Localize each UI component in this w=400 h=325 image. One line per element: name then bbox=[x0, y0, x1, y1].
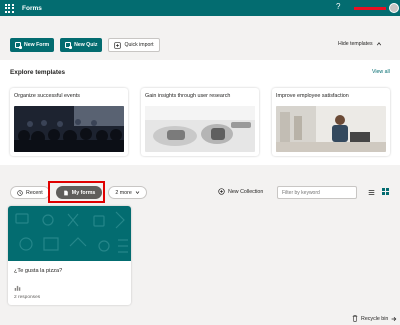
quick-import-button[interactable]: Quick import bbox=[108, 38, 160, 52]
form-title: ¿Te gusta la pizza? bbox=[14, 268, 63, 274]
app-title[interactable]: Forms bbox=[22, 5, 42, 12]
help-icon[interactable]: ? bbox=[336, 2, 340, 11]
quiz-icon bbox=[65, 42, 73, 49]
action-row: New Form New Quiz Quick import bbox=[10, 38, 160, 52]
recycle-bin-label: Recycle bin bbox=[361, 315, 389, 322]
form-card[interactable]: ¿Te gusta la pizza? 2 responses bbox=[8, 206, 131, 305]
template-card-satisfaction[interactable]: Improve employee satisfaction bbox=[272, 88, 390, 156]
grid-view-icon[interactable] bbox=[382, 188, 389, 195]
recycle-bin-link[interactable]: Recycle bin bbox=[352, 315, 397, 322]
template-title: Gain insights through user research bbox=[145, 93, 231, 99]
list-view-icon[interactable] bbox=[368, 189, 375, 196]
templates-heading: Explore templates bbox=[10, 69, 66, 76]
more-filters-dropdown[interactable]: 2 more bbox=[108, 186, 147, 199]
template-card-research[interactable]: Gain insights through user research bbox=[141, 88, 259, 156]
new-form-button[interactable]: New Form bbox=[10, 38, 55, 52]
recent-label: Recent bbox=[26, 189, 43, 196]
office-worker-photo bbox=[276, 106, 386, 152]
view-all-link[interactable]: View all bbox=[372, 69, 390, 75]
collection-icon bbox=[218, 188, 225, 195]
arrow-right-icon bbox=[391, 316, 397, 321]
account-name-redacted bbox=[354, 7, 386, 10]
recent-filter[interactable]: Recent bbox=[10, 186, 50, 199]
form-icon bbox=[15, 42, 22, 49]
template-card-events[interactable]: Organize successful events bbox=[10, 88, 128, 156]
quick-import-label: Quick import bbox=[124, 42, 154, 48]
import-icon bbox=[114, 41, 122, 49]
new-quiz-label: New Quiz bbox=[74, 42, 98, 48]
clock-icon bbox=[17, 189, 23, 196]
template-title: Improve employee satisfaction bbox=[276, 93, 349, 99]
audience-photo bbox=[14, 106, 124, 152]
new-collection-label: New Collection bbox=[228, 188, 264, 195]
response-count: 2 responses bbox=[14, 295, 41, 300]
hide-templates-toggle[interactable]: Hide templates bbox=[338, 41, 382, 47]
more-label: 2 more bbox=[115, 189, 132, 196]
new-quiz-button[interactable]: New Quiz bbox=[60, 38, 103, 52]
bar-chart-icon bbox=[14, 285, 21, 291]
new-form-label: New Form bbox=[24, 42, 50, 48]
new-collection-button[interactable]: New Collection bbox=[218, 188, 263, 195]
trash-icon bbox=[352, 315, 358, 322]
highlight-box bbox=[48, 181, 105, 203]
banner-pattern bbox=[15, 211, 128, 253]
vr-headset-photo bbox=[145, 106, 255, 152]
app-launcher-icon[interactable] bbox=[2, 0, 16, 16]
templates-panel: Explore templates View all Organize succ… bbox=[0, 60, 400, 165]
hide-templates-label: Hide templates bbox=[338, 41, 373, 47]
chevron-down-icon bbox=[135, 191, 140, 195]
chevron-up-icon bbox=[376, 42, 381, 46]
avatar[interactable] bbox=[389, 3, 399, 13]
form-banner bbox=[8, 206, 131, 261]
filter-keyword-input[interactable] bbox=[277, 186, 357, 199]
template-title: Organize successful events bbox=[14, 93, 80, 99]
